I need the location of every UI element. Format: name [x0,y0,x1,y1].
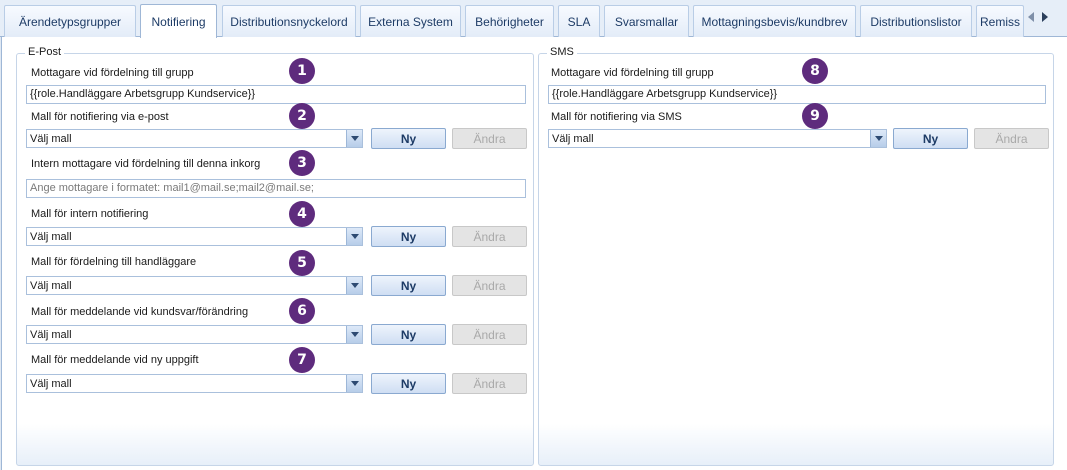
chevron-down-icon[interactable] [346,130,362,147]
customer-reply-template-edit-button[interactable]: Ändra [452,324,527,345]
new-task-template-edit-button[interactable]: Ändra [452,373,527,394]
callout-marker-1: 1 [289,58,315,84]
sms-template-select[interactable]: Välj mall [548,129,887,148]
internal-template-new-button[interactable]: Ny [371,226,446,247]
tab-distributionslistor[interactable]: Distributionslistor [860,5,972,37]
internal-recipient-input[interactable]: Ange mottagare i formatet: mail1@mail.se… [26,179,526,198]
tab-remiss[interactable]: Remiss [976,5,1024,37]
customer-reply-template-value: Välj mall [30,329,72,341]
internal-template-edit-button[interactable]: Ändra [452,226,527,247]
new-task-template-select[interactable]: Välj mall [26,374,363,393]
callout-marker-7: 7 [289,347,315,373]
tab-scroll-arrows [1028,12,1048,22]
tab-strip: Ärendetypsgrupper Notifiering Distributi… [0,0,1067,38]
internal-template-label: Mall för intern notifiering [31,208,149,220]
tab-arendetypsgrupper[interactable]: Ärendetypsgrupper [4,5,136,37]
email-template-new-button[interactable]: Ny [371,128,446,149]
new-task-template-value: Välj mall [30,378,72,390]
tab-behorigheter[interactable]: Behörigheter [465,5,554,37]
callout-marker-3: 3 [289,150,315,176]
tab-svarsmallar[interactable]: Svarsmallar [604,5,689,37]
sms-template-label: Mall för notifiering via SMS [551,111,682,123]
sms-group-title: SMS [547,46,577,58]
sms-template-edit-button[interactable]: Ändra [974,128,1049,149]
chevron-down-icon[interactable] [346,375,362,392]
tab-content: E-Post Mottagare vid fördelning till gru… [1,37,1067,470]
sms-group-recipient-label: Mottagare vid fördelning till grupp [551,67,714,79]
sms-group-recipient-field[interactable]: {{role.Handläggare Arbetsgrupp Kundservi… [548,85,1046,104]
handler-template-new-button[interactable]: Ny [371,275,446,296]
callout-marker-8: 8 [802,58,828,84]
callout-marker-4: 4 [289,201,315,227]
tab-sla[interactable]: SLA [558,5,600,37]
email-group-recipient-field[interactable]: {{role.Handläggare Arbetsgrupp Kundservi… [26,85,526,104]
sms-template-new-button[interactable]: Ny [893,128,968,149]
new-task-template-new-button[interactable]: Ny [371,373,446,394]
handler-template-label: Mall för fördelning till handläggare [31,256,197,268]
callout-marker-5: 5 [289,250,315,276]
tab-distributionsnyckelord[interactable]: Distributionsnyckelord [222,5,356,37]
callout-marker-6: 6 [289,298,315,324]
email-group-recipient-label: Mottagare vid fördelning till grupp [31,67,194,79]
customer-reply-template-new-button[interactable]: Ny [371,324,446,345]
handler-template-value: Välj mall [30,280,72,292]
email-template-edit-button[interactable]: Ändra [452,128,527,149]
chevron-down-icon[interactable] [346,228,362,245]
handler-template-edit-button[interactable]: Ändra [452,275,527,296]
scroll-left-icon[interactable] [1028,12,1034,22]
sms-group: SMS Mottagare vid fördelning till grupp … [538,46,1054,466]
internal-template-value: Välj mall [30,231,72,243]
email-template-value: Välj mall [30,133,72,145]
customer-reply-template-label: Mall för meddelande vid kundsvar/förändr… [31,306,249,318]
internal-recipient-label: Intern mottagare vid fördelning till den… [31,158,261,170]
chevron-down-icon[interactable] [346,277,362,294]
email-template-select[interactable]: Välj mall [26,129,363,148]
email-group-title: E-Post [25,46,65,58]
tab-mottagningsbevis-kundbrev[interactable]: Mottagningsbevis/kundbrev [693,5,856,37]
tab-externa-system[interactable]: Externa System [360,5,461,37]
email-group: E-Post Mottagare vid fördelning till gru… [16,46,534,466]
tab-notifiering[interactable]: Notifiering [140,4,217,38]
chevron-down-icon[interactable] [346,326,362,343]
new-task-template-label: Mall för meddelande vid ny uppgift [31,354,199,366]
chevron-down-icon[interactable] [870,130,886,147]
callout-marker-2: 2 [289,103,315,129]
handler-template-select[interactable]: Välj mall [26,276,363,295]
internal-template-select[interactable]: Välj mall [26,227,363,246]
scroll-right-icon[interactable] [1042,12,1048,22]
callout-marker-9: 9 [802,103,828,129]
email-template-label: Mall för notifiering via e-post [31,111,169,123]
customer-reply-template-select[interactable]: Välj mall [26,325,363,344]
sms-template-value: Välj mall [552,133,594,145]
